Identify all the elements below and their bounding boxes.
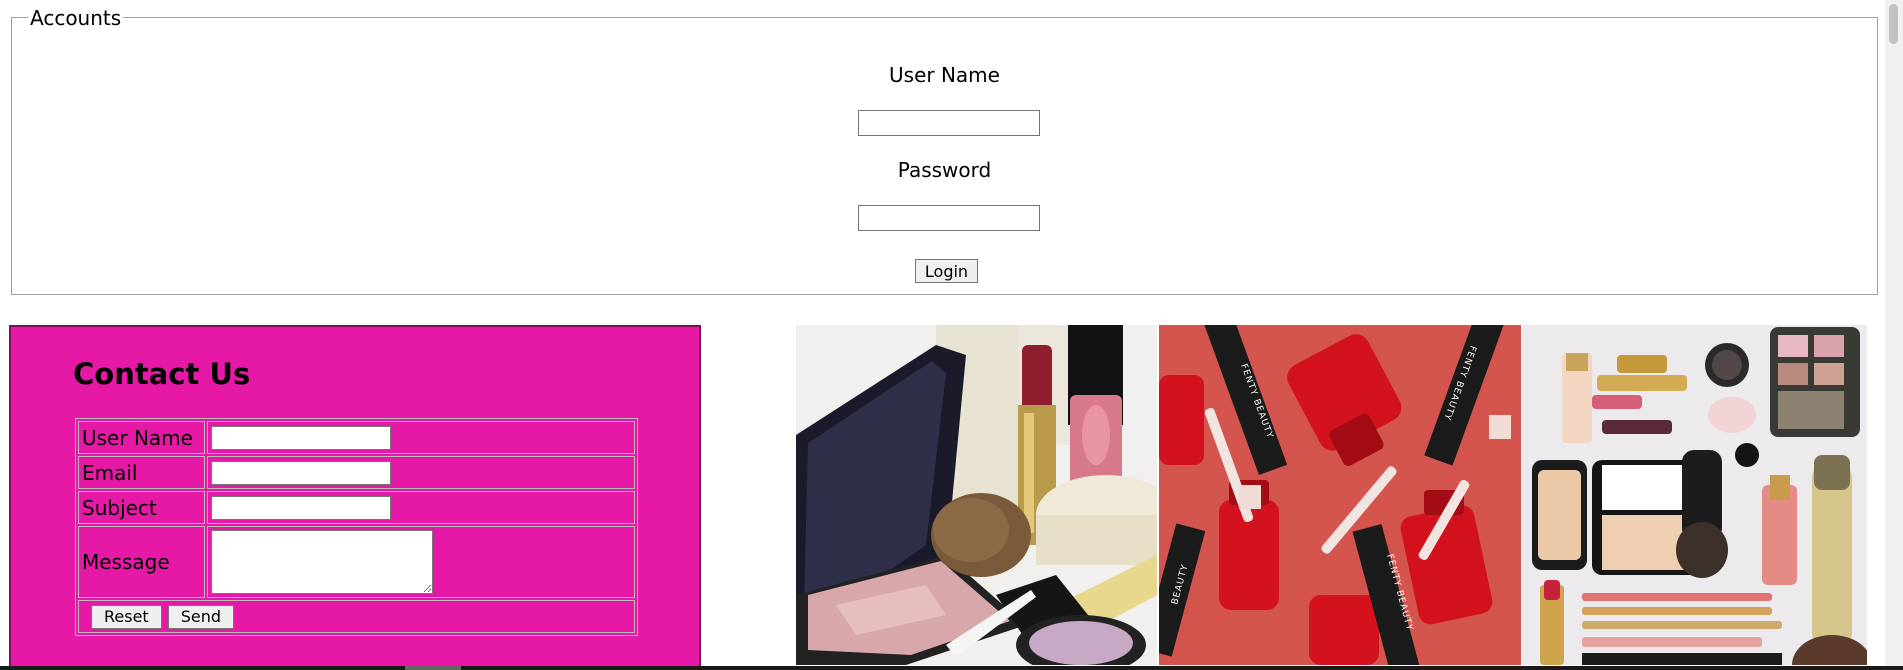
accounts-fieldset: Accounts User Name Password Login	[11, 8, 1878, 295]
login-button[interactable]: Login	[915, 259, 978, 283]
password-label: Password	[897, 158, 992, 182]
contact-subject-input[interactable]	[211, 495, 391, 520]
password-input[interactable]	[858, 205, 1040, 231]
contact-email-input[interactable]	[211, 460, 391, 485]
username-label: User Name	[889, 63, 1000, 87]
horizontal-scrollbar[interactable]	[0, 666, 1903, 670]
compact-and-brush-image	[796, 325, 1157, 665]
vertical-scrollbar-thumb[interactable]	[1889, 4, 1898, 44]
contact-title: Contact Us	[73, 357, 251, 391]
contact-username-input[interactable]	[211, 425, 391, 450]
vertical-scrollbar[interactable]	[1885, 0, 1903, 670]
username-input[interactable]	[858, 110, 1040, 136]
contact-username-label: User Name	[78, 421, 205, 454]
send-button[interactable]: Send	[167, 604, 234, 629]
red-nail-polish-image: FENTY BEAUTY FENTY BEAUTY FENTY BEAUTY B…	[1159, 325, 1521, 665]
contact-email-label: Email	[78, 456, 205, 489]
contact-panel: Contact Us User Name Email Subject Messa…	[9, 325, 701, 670]
contact-message-textarea[interactable]	[211, 530, 433, 594]
horizontal-scrollbar-thumb[interactable]	[405, 666, 461, 670]
contact-form-table: User Name Email Subject Message Reset Sen…	[75, 418, 638, 636]
makeup-flatlay-image	[1522, 325, 1867, 665]
accounts-legend: Accounts	[28, 6, 124, 30]
contact-subject-label: Subject	[78, 491, 205, 524]
contact-message-label: Message	[78, 526, 205, 598]
reset-button[interactable]: Reset	[91, 604, 162, 629]
